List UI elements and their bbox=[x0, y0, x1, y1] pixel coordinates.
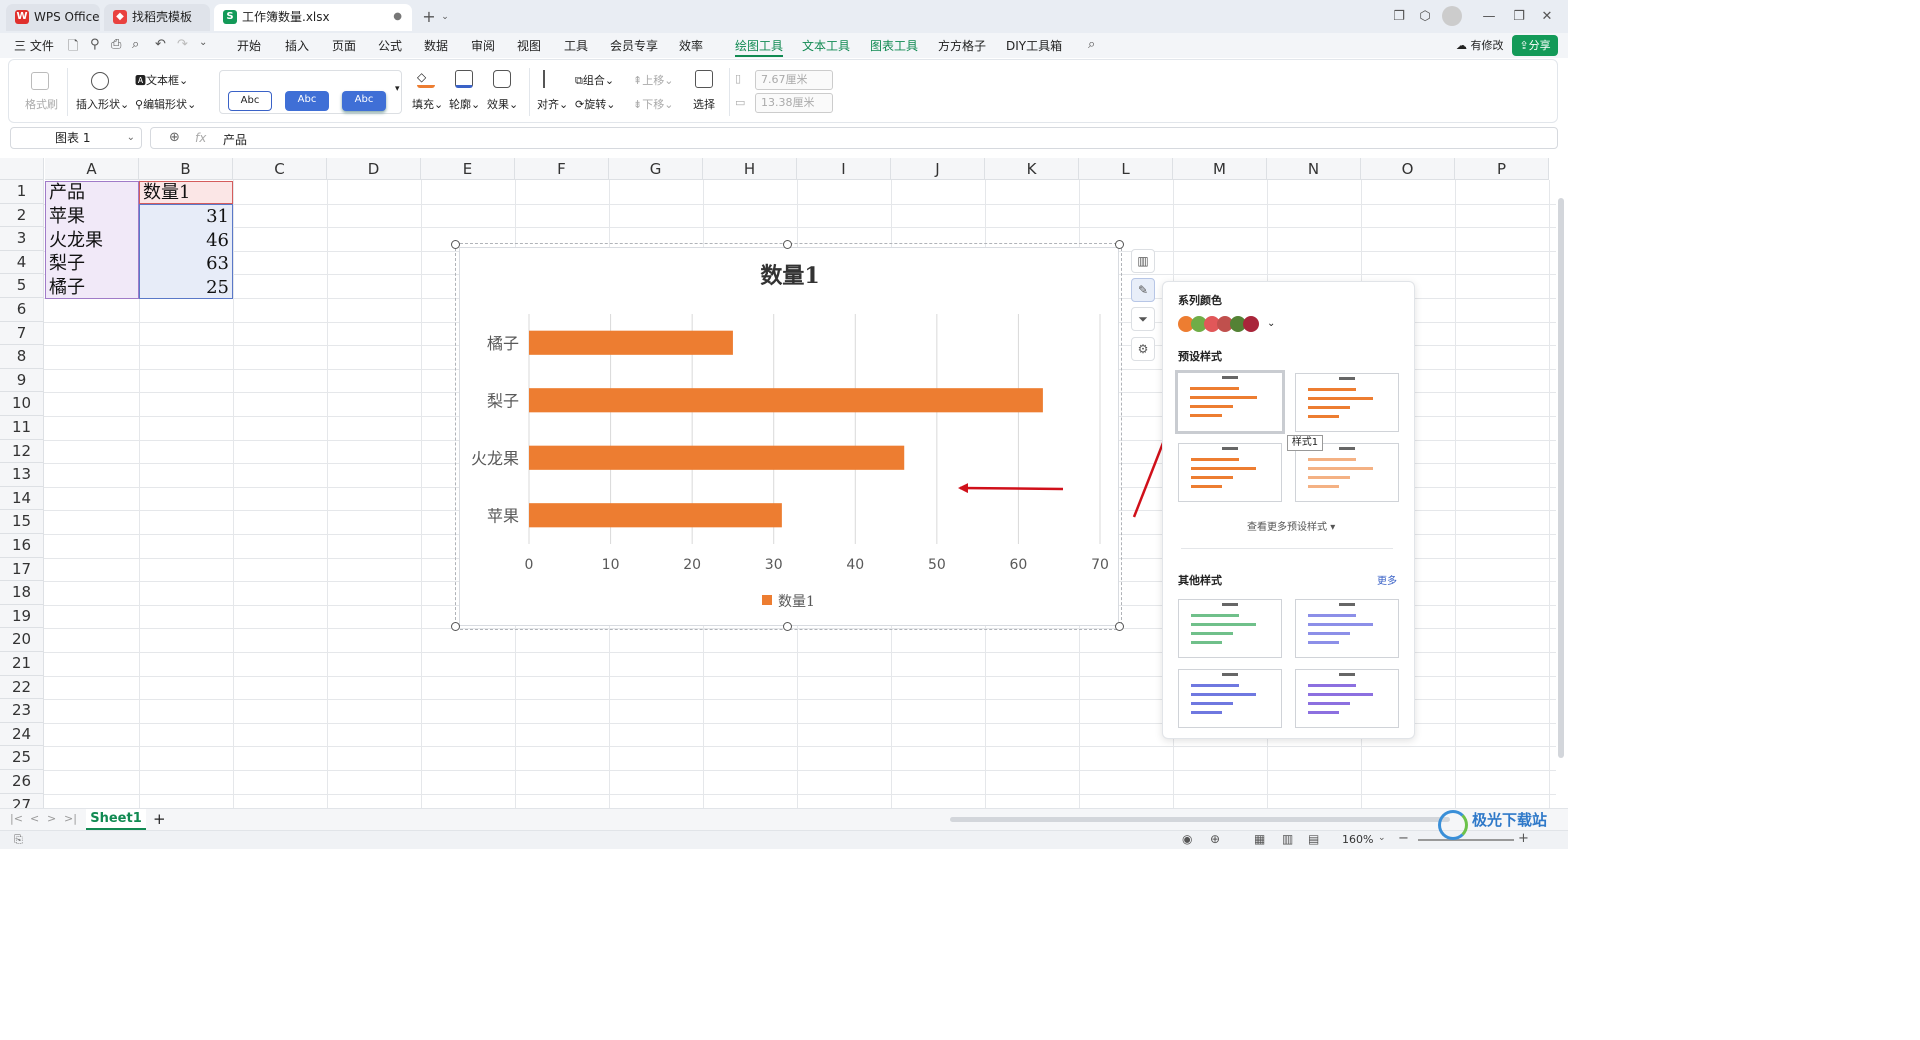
preset-style-1[interactable] bbox=[1175, 370, 1285, 434]
style-preview bbox=[1296, 444, 1398, 501]
more-presets-label: 查看更多预设样式 bbox=[1247, 522, 1327, 533]
preview-bar bbox=[1191, 485, 1222, 488]
preview-title bbox=[1338, 377, 1356, 380]
last-sheet-icon[interactable]: >| bbox=[64, 812, 77, 825]
preview-bar bbox=[1191, 476, 1234, 479]
other-style-3[interactable] bbox=[1178, 669, 1282, 728]
preview-title bbox=[1221, 376, 1239, 379]
add-sheet-button[interactable]: + bbox=[153, 810, 166, 828]
preview-bar bbox=[1191, 702, 1234, 705]
sheet-tab-bar: |< < > >| Sheet1 + bbox=[0, 808, 1568, 830]
preview-bar bbox=[1191, 684, 1239, 687]
style-tooltip: 样式1 bbox=[1287, 435, 1323, 451]
color-chevron-down-icon[interactable]: ⌄ bbox=[1267, 318, 1275, 329]
preview-bar bbox=[1191, 711, 1222, 714]
preview-title bbox=[1338, 673, 1356, 676]
zoom-out-icon[interactable]: − bbox=[1398, 831, 1409, 846]
preview-bar bbox=[1191, 641, 1222, 644]
preview-bar bbox=[1308, 623, 1374, 626]
preview-title bbox=[1221, 603, 1239, 606]
preview-bar bbox=[1308, 711, 1339, 714]
arrow-to-chart bbox=[958, 483, 1064, 494]
style-preview bbox=[1296, 670, 1398, 727]
triangle-down-icon: ▾ bbox=[1330, 522, 1336, 533]
page-break-icon[interactable]: ▤ bbox=[1308, 832, 1319, 846]
more-styles-link[interactable]: 更多 bbox=[1377, 572, 1397, 587]
other-style-1[interactable] bbox=[1178, 599, 1282, 658]
watermark-swirl-icon bbox=[1438, 810, 1468, 840]
normal-view-icon[interactable]: ▦ bbox=[1254, 832, 1265, 846]
preset-style-4[interactable] bbox=[1295, 443, 1399, 502]
preview-bar bbox=[1190, 405, 1234, 408]
view-switch-icon[interactable]: ⊕ bbox=[1210, 832, 1220, 846]
preview-title bbox=[1338, 447, 1356, 450]
preset-style-2[interactable] bbox=[1295, 373, 1399, 432]
zoom-level[interactable]: 160% bbox=[1342, 833, 1373, 846]
preview-bar bbox=[1191, 623, 1257, 626]
preset-styles-heading: 预设样式 bbox=[1178, 350, 1222, 363]
preview-bar bbox=[1308, 641, 1339, 644]
prev-sheet-icon[interactable]: < bbox=[30, 812, 39, 825]
preview-bar bbox=[1308, 406, 1351, 409]
preview-bar bbox=[1308, 458, 1356, 461]
page-layout-icon[interactable]: ▥ bbox=[1282, 832, 1293, 846]
preview-bar bbox=[1191, 614, 1239, 617]
other-style-4[interactable] bbox=[1295, 669, 1399, 728]
first-sheet-icon[interactable]: |< bbox=[10, 812, 23, 825]
preview-title bbox=[1338, 603, 1356, 606]
preview-bar bbox=[1191, 467, 1257, 470]
horizontal-scrollbar[interactable] bbox=[950, 817, 1450, 822]
other-style-2[interactable] bbox=[1295, 599, 1399, 658]
style-preview bbox=[1296, 374, 1398, 431]
style-preview bbox=[1179, 444, 1281, 501]
preview-bar bbox=[1308, 684, 1356, 687]
macro-icon[interactable]: ⎘ bbox=[14, 833, 23, 847]
other-styles-heading: 其他样式 bbox=[1178, 574, 1222, 587]
watermark-text: 极光下载站 bbox=[1472, 811, 1548, 829]
next-sheet-icon[interactable]: > bbox=[47, 812, 56, 825]
preview-title bbox=[1221, 673, 1239, 676]
wps-spreadsheet-window: { "titlebar": { "tabs": [ {"label": "WPS… bbox=[0, 0, 1568, 849]
status-bar: ⎘ ◉ ⊕ ▦ ▥ ▤ 160% ⌄ − + bbox=[0, 830, 1568, 849]
preview-bar bbox=[1308, 388, 1356, 391]
sheet-tab-sheet1[interactable]: Sheet1 bbox=[86, 809, 146, 830]
style-preview bbox=[1296, 600, 1398, 657]
preview-bar bbox=[1308, 693, 1374, 696]
color-swatch bbox=[1243, 316, 1259, 332]
series-color-heading: 系列颜色 bbox=[1178, 294, 1222, 307]
more-presets-link[interactable]: 查看更多预设样式 ▾ bbox=[1247, 518, 1335, 533]
watermark-logo: 极光下载站 bbox=[1438, 806, 1562, 844]
preview-bar bbox=[1190, 414, 1222, 417]
style-preview bbox=[1178, 373, 1282, 431]
preview-bar bbox=[1191, 632, 1234, 635]
series-color-picker[interactable] bbox=[1178, 316, 1268, 332]
preview-bar bbox=[1308, 476, 1351, 479]
preview-bar bbox=[1191, 458, 1239, 461]
preview-bar bbox=[1308, 632, 1351, 635]
preview-bar bbox=[1191, 693, 1257, 696]
preset-style-3[interactable] bbox=[1178, 443, 1282, 502]
eye-protection-icon[interactable]: ◉ bbox=[1182, 832, 1192, 846]
preview-bar bbox=[1308, 467, 1374, 470]
chart-style-panel: 系列颜色 ⌄ 预设样式 样式1 查看更多预设样式 ▾ 其他样式 更多 bbox=[1162, 281, 1415, 739]
preview-bar bbox=[1308, 485, 1339, 488]
style-preview bbox=[1179, 600, 1281, 657]
zoom-chevron-icon[interactable]: ⌄ bbox=[1378, 833, 1386, 843]
preview-bar bbox=[1308, 415, 1339, 418]
panel-divider bbox=[1181, 548, 1393, 549]
preview-bar bbox=[1190, 396, 1257, 399]
preview-bar bbox=[1308, 614, 1356, 617]
preview-bar bbox=[1308, 397, 1374, 400]
preview-title bbox=[1221, 447, 1239, 450]
preview-bar bbox=[1190, 387, 1239, 390]
preview-bar bbox=[1308, 702, 1351, 705]
style-preview bbox=[1179, 670, 1281, 727]
